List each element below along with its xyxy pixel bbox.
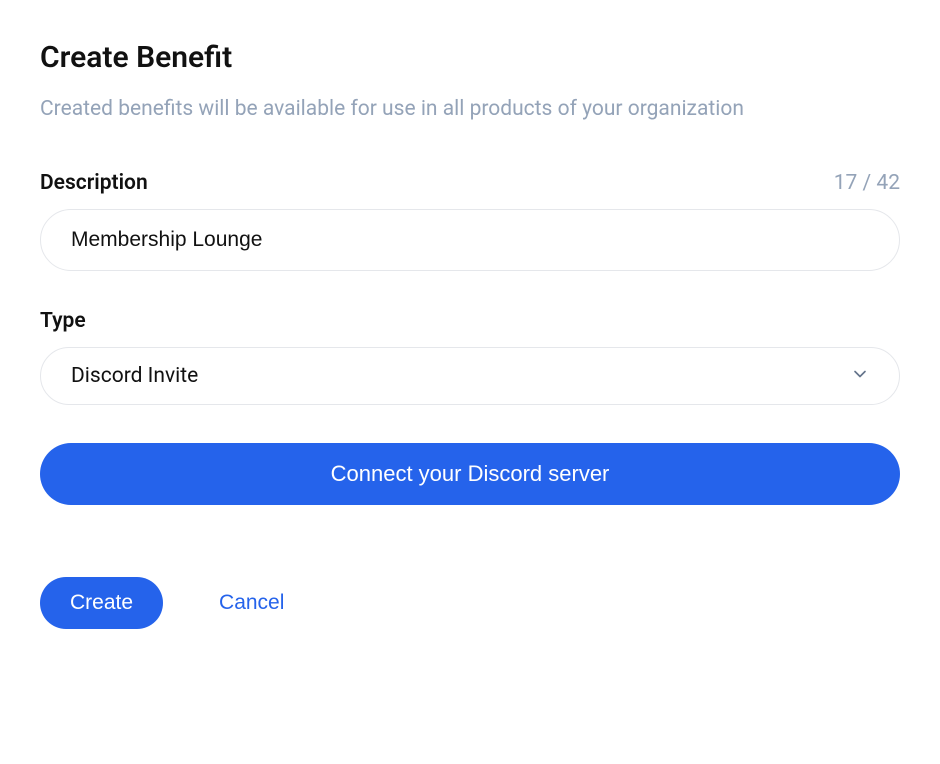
description-field-header: Description 17 / 42 [40, 171, 900, 195]
type-label: Type [40, 309, 86, 333]
description-char-count: 17 / 42 [834, 171, 900, 195]
description-input[interactable] [40, 209, 900, 271]
footer-actions: Create Cancel [40, 577, 900, 629]
type-select-wrap[interactable]: Discord Invite [40, 347, 900, 405]
page-title: Create Benefit [40, 40, 900, 75]
description-label: Description [40, 171, 148, 195]
connect-discord-button[interactable]: Connect your Discord server [40, 443, 900, 505]
create-button[interactable]: Create [40, 577, 163, 629]
cancel-button[interactable]: Cancel [219, 591, 284, 615]
page-subtitle: Created benefits will be available for u… [40, 93, 900, 127]
type-select[interactable]: Discord Invite [40, 347, 900, 405]
type-field-header: Type [40, 309, 900, 333]
